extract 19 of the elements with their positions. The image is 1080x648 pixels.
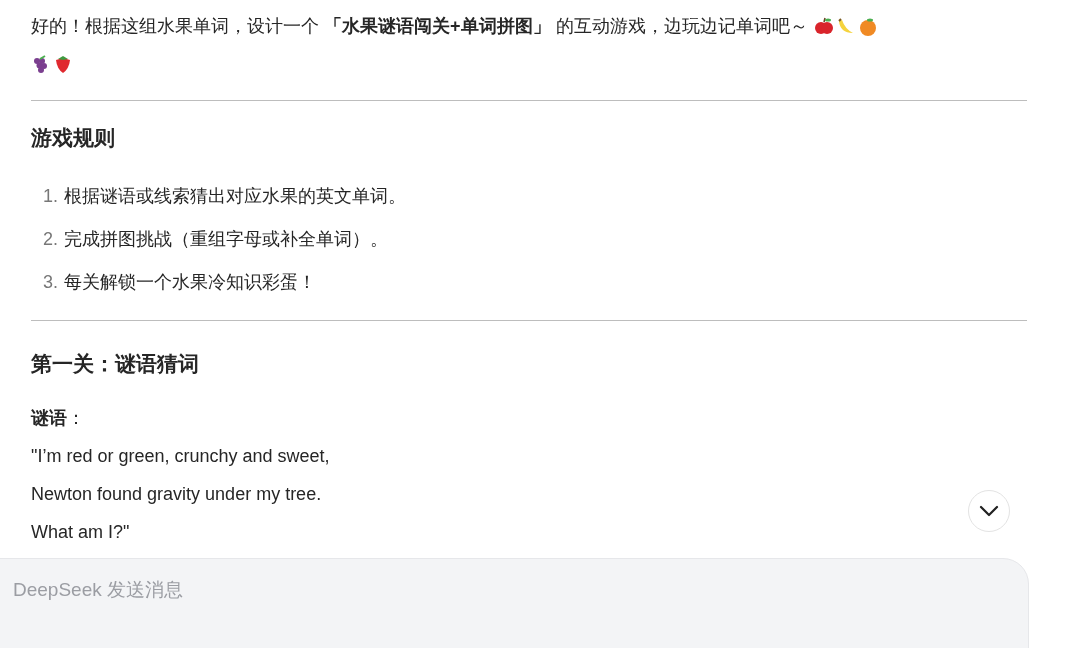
- rule-text: 每关解锁一个水果冷知识彩蛋！: [64, 271, 316, 294]
- message-input[interactable]: DeepSeek 发送消息: [1, 579, 513, 601]
- strawberry-icon: [53, 54, 73, 75]
- chevron-down-icon: [979, 505, 999, 517]
- list-number: 2.: [43, 228, 58, 251]
- list-number: 3.: [43, 271, 58, 294]
- colon-text: ：: [67, 408, 85, 428]
- intro-text: 好的！根据这组水果单词，设计一个 「水果谜语闯关+单词拼图」 的互动游戏，边玩边记单词吧～: [31, 8, 1027, 82]
- riddle-line: "I’m red or green, crunchy and sweet,: [31, 445, 330, 468]
- list-number: 1.: [43, 185, 58, 208]
- riddle-line: What am I?": [31, 521, 130, 544]
- riddle-line: Newton found gravity under my tree.: [31, 483, 322, 506]
- riddle-label: 谜语: [31, 408, 67, 428]
- tangerine-icon: [857, 17, 878, 38]
- section-heading: 游戏规则: [31, 125, 116, 151]
- rule-text: 完成拼图挑战（重组字母或补全单词）。: [64, 228, 388, 251]
- rule-text: 根据谜语或线索猜出对应水果的英文单词。: [64, 185, 406, 208]
- section-heading: 第一关：谜语猜词: [31, 351, 200, 377]
- scroll-down-button[interactable]: [968, 490, 1010, 532]
